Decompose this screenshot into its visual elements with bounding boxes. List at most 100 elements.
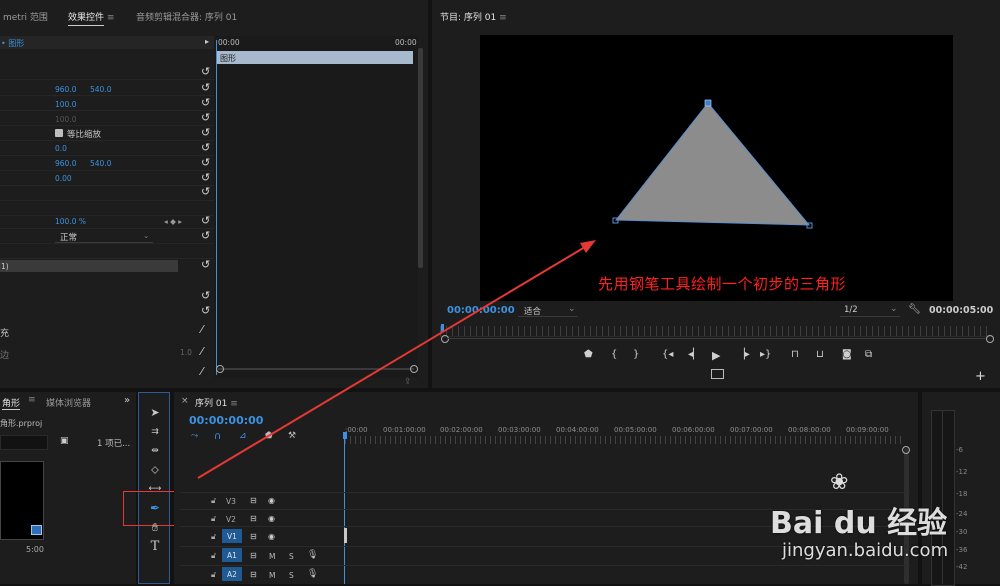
step-forward-icon[interactable]: ▕▸ xyxy=(737,349,750,360)
pen-tool-icon[interactable]: ✒ xyxy=(146,500,164,516)
zoom-handle-left[interactable] xyxy=(441,335,449,343)
track-select-tool-icon[interactable]: ⇉ xyxy=(146,424,164,440)
panel-menu-icon[interactable]: ≡ xyxy=(28,395,36,405)
reset-icon[interactable]: ↺ xyxy=(201,127,210,138)
reset-icon[interactable]: ↺ xyxy=(201,82,210,93)
eyedropper-icon[interactable]: ⁄ xyxy=(201,324,203,335)
wrench-icon[interactable]: 🔧︎ xyxy=(908,304,921,315)
reset-icon[interactable]: ↺ xyxy=(201,230,210,241)
position-x-value[interactable]: 960.0 xyxy=(55,85,76,94)
timeline-playhead-handle[interactable] xyxy=(343,432,347,439)
extract-icon[interactable]: ⊔ xyxy=(816,349,824,360)
camera-icon[interactable]: ◙ xyxy=(842,349,852,360)
scale-value[interactable]: 100.0 xyxy=(55,100,76,109)
tab-effect-controls[interactable]: 效果控件 ≡ xyxy=(68,10,115,26)
ec-zoom-handle-right[interactable] xyxy=(410,365,418,373)
reset-icon[interactable]: ↺ xyxy=(201,97,210,108)
ripple-edit-tool-icon[interactable]: ⇹ xyxy=(146,443,164,459)
close-icon[interactable]: × xyxy=(181,396,189,406)
play-icon[interactable]: ▶ xyxy=(712,349,720,362)
tab-project[interactable]: 角形 xyxy=(2,396,21,410)
microphone-icon[interactable]: 🎙︎ xyxy=(307,550,318,560)
mute-button[interactable]: M xyxy=(269,552,275,561)
track-lock-icon[interactable]: 🔓︎ xyxy=(211,551,216,561)
track-lock-icon[interactable]: 🔓︎ xyxy=(211,496,216,506)
eye-icon[interactable]: ◉ xyxy=(268,514,275,523)
new-bin-icon[interactable]: ▣ xyxy=(60,436,69,446)
eyedropper-icon[interactable]: ⁄ xyxy=(201,346,203,357)
add-button-icon[interactable]: + xyxy=(975,369,986,384)
solo-button[interactable]: S xyxy=(289,552,294,561)
panel-menu-icon[interactable]: ≡ xyxy=(107,13,115,23)
reset-icon[interactable]: ↺ xyxy=(201,290,210,301)
timeline-title[interactable]: 序列 01 ≡ xyxy=(195,396,238,409)
uniform-scale-checkbox[interactable] xyxy=(55,129,63,137)
solo-button[interactable]: S xyxy=(289,571,294,580)
toggle-sync-lock-icon[interactable]: ⊟ xyxy=(250,551,257,560)
add-marker-icon[interactable]: ⬟ xyxy=(584,349,593,360)
reset-icon[interactable]: ↺ xyxy=(201,186,210,197)
hand-tool-icon[interactable]: ✋︎ xyxy=(146,520,164,536)
safe-margins-icon[interactable] xyxy=(711,369,724,379)
reset-icon[interactable]: ↺ xyxy=(201,142,210,153)
microphone-icon[interactable]: 🎙︎ xyxy=(307,569,318,579)
nest-icon[interactable]: ⤳ xyxy=(191,431,198,441)
toggle-sync-lock-icon[interactable]: ⊟ xyxy=(250,532,257,541)
track-name[interactable]: A1 xyxy=(227,551,237,560)
program-monitor-title[interactable]: 节目: 序列 01 ≡ xyxy=(440,10,507,23)
reset-icon[interactable]: ↺ xyxy=(201,112,210,123)
program-video-frame[interactable] xyxy=(480,35,953,301)
toggle-sync-lock-icon[interactable]: ⊟ xyxy=(250,570,257,579)
reset-icon[interactable]: ↺ xyxy=(201,172,210,183)
export-frame-icon[interactable]: ⇪ xyxy=(404,377,412,387)
more-panels-icon[interactable]: » xyxy=(124,395,130,406)
keyframe-nav[interactable]: ◂ ◆ ▸ xyxy=(164,217,182,226)
panel-menu-icon[interactable]: ≡ xyxy=(230,399,238,409)
reset-icon[interactable]: ↺ xyxy=(201,305,210,316)
clip-on-v1[interactable] xyxy=(344,528,347,543)
reset-icon[interactable]: ↺ xyxy=(201,66,210,77)
ec-zoom-handle-left[interactable] xyxy=(216,365,224,373)
step-back-icon[interactable]: ◂▏ xyxy=(688,349,701,360)
track-name[interactable]: V2 xyxy=(226,515,236,524)
anchor-y-value[interactable]: 540.0 xyxy=(90,159,111,168)
track-lock-icon[interactable]: 🔓︎ xyxy=(211,570,216,580)
mark-in-icon[interactable]: { xyxy=(611,349,617,360)
eye-icon[interactable]: ◉ xyxy=(268,532,275,541)
eye-icon[interactable]: ◉ xyxy=(268,496,275,505)
ec-clip-bar[interactable] xyxy=(217,51,413,64)
type-tool-icon[interactable]: T xyxy=(146,539,164,555)
reset-icon[interactable]: ↺ xyxy=(201,157,210,168)
razor-tool-icon[interactable]: ⬦ xyxy=(146,462,164,478)
tab-audio-clip-mixer[interactable]: 音频剪辑混合器: 序列 01 xyxy=(136,10,237,23)
zoom-handle-right[interactable] xyxy=(986,335,994,343)
add-marker-icon[interactable]: ⬟ xyxy=(265,431,273,441)
mute-button[interactable]: M xyxy=(269,571,275,580)
linked-selection-icon[interactable]: ⊿ xyxy=(239,431,247,441)
program-ruler[interactable] xyxy=(440,326,992,337)
snap-icon[interactable]: ∩ xyxy=(214,431,221,442)
program-timecode[interactable]: 00:00:00:00 xyxy=(447,305,515,316)
go-to-out-icon[interactable]: ▸} xyxy=(760,349,771,360)
ec-playhead[interactable] xyxy=(216,40,217,375)
track-name[interactable]: V3 xyxy=(226,497,236,506)
anti-flicker-value[interactable]: 0.00 xyxy=(55,174,72,183)
reset-icon[interactable]: ↺ xyxy=(201,259,210,270)
tab-media-browser[interactable]: 媒体浏览器 xyxy=(46,396,91,409)
tab-lumetri-scopes[interactable]: metri 范围 xyxy=(3,10,48,23)
zoom-handle-top[interactable] xyxy=(902,446,910,454)
position-y-value[interactable]: 540.0 xyxy=(90,85,111,94)
timeline-timecode[interactable]: 00:00:00:00 xyxy=(189,414,263,427)
track-lock-icon[interactable]: 🔓︎ xyxy=(211,532,216,542)
track-name[interactable]: V1 xyxy=(227,532,237,541)
wrench-icon[interactable]: ⚒ xyxy=(288,431,296,441)
triangle-shape[interactable] xyxy=(480,35,953,301)
toggle-sync-lock-icon[interactable]: ⊟ xyxy=(250,496,257,505)
selection-tool-icon[interactable]: ➤ xyxy=(146,405,164,421)
track-lock-icon[interactable]: 🔓︎ xyxy=(211,514,216,524)
toggle-sync-lock-icon[interactable]: ⊟ xyxy=(250,514,257,523)
track-name[interactable]: A2 xyxy=(227,570,237,579)
comparison-view-icon[interactable]: ⧉ xyxy=(865,349,872,360)
ec-play-only-icon[interactable]: ▸ xyxy=(205,37,209,46)
project-search-input[interactable] xyxy=(0,435,48,450)
